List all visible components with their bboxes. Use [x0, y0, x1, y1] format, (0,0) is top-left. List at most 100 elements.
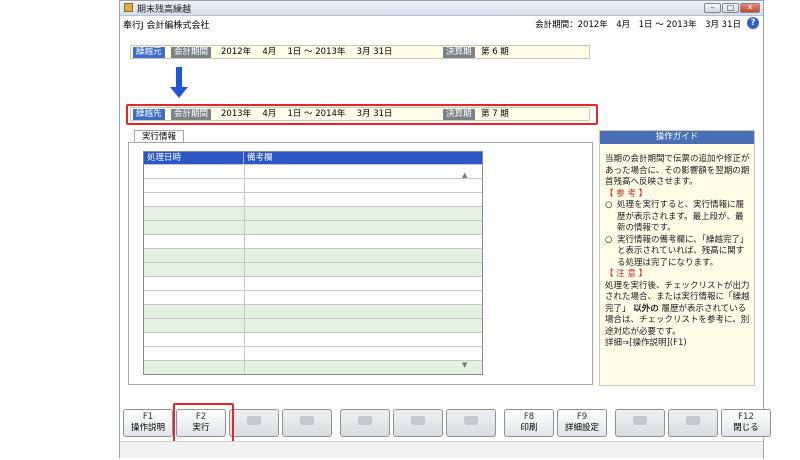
status-bar [120, 441, 763, 458]
cell-remarks[interactable] [245, 249, 482, 262]
guide-detail-link[interactable]: 詳細⇒[操作説明](F1) [605, 338, 750, 350]
table-row[interactable] [144, 234, 482, 248]
table-row[interactable] [144, 332, 482, 346]
fkey-f6-button[interactable] [393, 409, 443, 437]
cell-remarks[interactable] [245, 235, 482, 248]
cell-remarks[interactable] [245, 221, 482, 234]
cell-datetime[interactable] [144, 305, 245, 318]
table-row[interactable] [144, 346, 482, 360]
guide-note: 処理を実行後、チェックリストが出力された場合、または実行情報に「繰越完了」 以外… [605, 281, 750, 339]
header: 奉行J 会計編株式会社 会計期間：2012年 4月 1日 ～ 2013年 3月 … [120, 15, 763, 31]
table-row[interactable] [144, 248, 482, 262]
cell-remarks[interactable] [245, 179, 482, 192]
table-row[interactable] [144, 318, 482, 332]
fkey-f9-button[interactable]: F9 詳細設定 [557, 409, 607, 437]
fkey-f12-button[interactable]: F12 閉じる [721, 409, 771, 437]
table-row[interactable] [144, 360, 482, 374]
cell-datetime[interactable] [144, 347, 245, 360]
minimize-button[interactable]: – [704, 3, 721, 13]
source-period-label: 会計期間 [171, 47, 212, 58]
header-period: 会計期間：2012年 4月 1日 ～ 2013年 3月 31日 [535, 20, 741, 30]
cell-datetime[interactable] [144, 277, 245, 290]
table-row[interactable] [144, 262, 482, 276]
table-row[interactable] [144, 192, 482, 206]
history-table[interactable]: 処理日時 備考欄 [143, 151, 483, 375]
cell-datetime[interactable] [144, 221, 245, 234]
guide-ref-text: 処理を実行すると、実行情報に履歴が表示されます。最上段が、最新の情報です。 [617, 200, 745, 233]
guide-ref-text: 実行情報の備考欄に、「繰越完了」と表示されていれば、残高に関する処理は完了になり… [617, 234, 749, 268]
table-row[interactable] [144, 276, 482, 290]
source-period-value: 2012年 4月 1日 ～ 2013年 3月 31日 [221, 47, 393, 57]
cell-datetime[interactable] [144, 179, 245, 192]
table-row[interactable] [144, 164, 482, 178]
table-row[interactable] [144, 304, 482, 318]
app-window: 期末残高繰越 – □ ✕ 奉行J 会計編株式会社 会計期間：2012年 4月 1… [119, 0, 771, 458]
fkey-number: F1 [142, 412, 154, 422]
cell-remarks[interactable] [245, 333, 482, 346]
table-row[interactable] [144, 178, 482, 192]
operation-guide: 操作ガイド 当期の会計期間で伝票の追加や修正があった場合に、その影響額を翌期の期… [599, 130, 755, 386]
table-row[interactable] [144, 220, 482, 234]
arrow-down-icon [176, 67, 182, 89]
cell-remarks[interactable] [245, 263, 482, 276]
table-header: 処理日時 備考欄 [144, 152, 482, 164]
cell-datetime[interactable] [144, 235, 245, 248]
disabled-key-icon [686, 416, 700, 425]
fkey-f11-button[interactable] [668, 409, 718, 437]
fkey-f7-button[interactable] [446, 409, 496, 437]
guide-ref-item: ○ 処理を実行すると、実行情報に履歴が表示されます。最上段が、最新の情報です。 [605, 200, 750, 235]
fkey-f5-button[interactable] [340, 409, 390, 437]
disabled-key-icon [464, 416, 478, 425]
cell-datetime[interactable] [144, 263, 245, 276]
fkey-f4-button[interactable] [282, 409, 332, 437]
cell-remarks[interactable] [245, 305, 482, 318]
cell-datetime[interactable] [144, 333, 245, 346]
cell-datetime[interactable] [144, 319, 245, 332]
source-term-label: 決算期 [443, 47, 475, 58]
fkey-f10-button[interactable] [615, 409, 665, 437]
table-row[interactable] [144, 206, 482, 220]
fkey-label: 閉じる [733, 423, 759, 433]
maximize-button[interactable]: □ [722, 3, 739, 13]
cell-remarks[interactable] [245, 291, 482, 304]
cell-remarks[interactable] [245, 347, 482, 360]
cell-datetime[interactable] [144, 207, 245, 220]
cell-remarks[interactable] [245, 277, 482, 290]
cell-datetime[interactable] [144, 361, 245, 374]
cell-remarks[interactable] [245, 207, 482, 220]
cell-remarks[interactable] [245, 193, 482, 206]
app-icon [124, 3, 133, 12]
cell-remarks[interactable] [245, 319, 482, 332]
arrow-head-icon [170, 87, 188, 98]
fkey-f8-button[interactable]: F8 印刷 [504, 409, 554, 437]
window-title: 期末残高繰越 [137, 5, 192, 15]
fkey-label: 詳細設定 [564, 423, 599, 433]
column-remarks[interactable]: 備考欄 [244, 152, 482, 164]
guide-intro: 当期の会計期間で伝票の追加や修正があった場合に、その影響額を翌期の期首残高へ反映… [605, 154, 750, 187]
guide-ref-heading: 【 参 考 】 [605, 188, 648, 199]
disabled-key-icon [358, 416, 372, 425]
table-body [144, 164, 482, 374]
cell-datetime[interactable] [144, 249, 245, 262]
scroll-down-icon[interactable]: ▼ [462, 361, 467, 369]
cell-remarks[interactable] [245, 361, 482, 374]
fkey-f1-button[interactable]: F1 操作説明 [123, 409, 173, 437]
disabled-key-icon [247, 416, 261, 425]
help-icon[interactable]: ? [747, 17, 759, 29]
cell-datetime[interactable] [144, 291, 245, 304]
execute-highlight [173, 403, 234, 443]
destination-term-label: 決算期 [443, 109, 475, 120]
cell-datetime[interactable] [144, 165, 245, 178]
fkey-label: 操作説明 [130, 423, 165, 433]
cell-datetime[interactable] [144, 193, 245, 206]
fkey-f3-button[interactable] [229, 409, 279, 437]
disabled-key-icon [300, 416, 314, 425]
table-row[interactable] [144, 290, 482, 304]
destination-term-value: 第 7 期 [481, 109, 509, 119]
cell-remarks[interactable] [245, 165, 482, 178]
scroll-up-icon[interactable]: ▲ [462, 171, 467, 179]
column-datetime[interactable]: 処理日時 [144, 152, 244, 164]
exec-info-panel: 処理日時 備考欄 ▲ ▼ [128, 142, 593, 385]
company-name: 奉行J 会計編株式会社 [123, 21, 210, 31]
close-window-button[interactable]: ✕ [740, 3, 760, 13]
